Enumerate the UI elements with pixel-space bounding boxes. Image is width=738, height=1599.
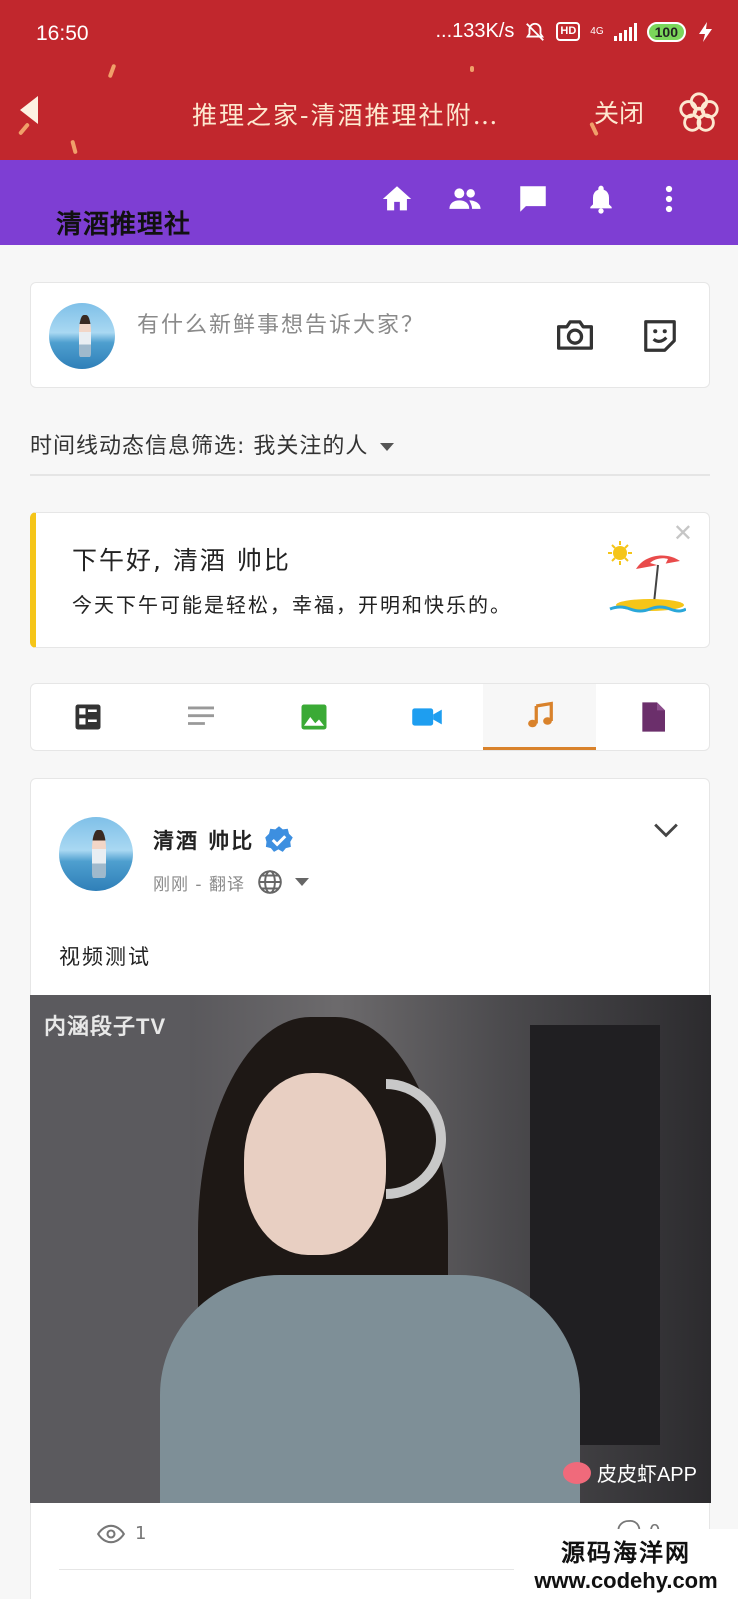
post-composer: 有什么新鲜事想告诉大家？ <box>30 282 710 388</box>
author-avatar[interactable] <box>59 817 133 891</box>
title-row: 推理之家-清酒推理社附… 关闭 <box>0 80 738 150</box>
sticker-icon[interactable] <box>641 317 679 355</box>
tab-image[interactable] <box>257 684 370 750</box>
post-time-translate[interactable]: 刚刚 - 翻译 <box>153 870 245 895</box>
app-top-bar: 16:50 ...133K/s HD 4G 100 推理之家-清酒推理社附… 关… <box>0 0 738 160</box>
chevron-down-icon[interactable] <box>653 821 679 839</box>
privacy-caret-icon[interactable] <box>294 878 309 886</box>
post-views: 1 <box>97 1523 146 1544</box>
globe-icon[interactable] <box>257 869 283 895</box>
site-watermark-title: 源码海洋网 <box>561 1540 691 1567</box>
verified-badge-icon <box>265 826 294 852</box>
timeline-filter[interactable]: 时间线动态信息筛选: 我关注的人 <box>30 428 710 476</box>
post-author[interactable]: 清酒 帅比 <box>153 825 294 855</box>
post-text: 视频测试 <box>59 945 151 969</box>
mute-bell-icon <box>526 22 545 41</box>
back-icon[interactable] <box>20 96 38 124</box>
camera-icon[interactable] <box>555 317 595 353</box>
post-meta: 刚刚 - 翻译 <box>153 869 309 895</box>
charging-icon <box>699 21 712 42</box>
timeline-filter-label: 时间线动态信息筛选: 我关注的人 <box>30 434 369 459</box>
beach-umbrella-icon <box>608 541 686 613</box>
chat-icon[interactable] <box>516 182 550 216</box>
site-brand[interactable]: 清酒推理社 <box>56 204 191 241</box>
flower-menu-icon[interactable] <box>676 90 722 136</box>
video-watermark-bottom: 皮皮虾APP <box>562 1458 697 1487</box>
tab-dashboard[interactable] <box>31 684 144 750</box>
video-watermark-top: 内涵段子TV <box>44 1014 167 1039</box>
page-title: 推理之家-清酒推理社附… <box>192 101 500 130</box>
user-avatar[interactable] <box>49 303 115 369</box>
image-icon <box>301 704 326 730</box>
nav-bar: 清酒推理社 <box>0 160 738 245</box>
post-type-tabs <box>30 683 710 751</box>
network-type: 4G <box>590 26 604 37</box>
bell-icon[interactable] <box>584 182 618 216</box>
tab-text[interactable] <box>144 684 257 750</box>
document-icon <box>641 702 665 732</box>
close-button[interactable]: 关闭 <box>594 94 644 130</box>
music-note-icon <box>527 701 553 727</box>
tab-music[interactable] <box>483 684 596 750</box>
hd-badge: HD <box>556 22 581 41</box>
dashboard-icon <box>75 704 100 730</box>
status-time: 16:50 <box>36 22 89 45</box>
site-watermark-url: www.codehy.com <box>534 1568 718 1593</box>
composer-input[interactable]: 有什么新鲜事想告诉大家？ <box>137 307 425 339</box>
eye-icon <box>97 1524 125 1543</box>
confetti-decoration <box>470 66 474 72</box>
greeting-title: 下午好, 清酒 帅比 <box>72 546 291 575</box>
net-speed: ...133K/s <box>435 20 515 42</box>
dropdown-caret-icon <box>380 443 395 451</box>
timeline-post: 清酒 帅比 刚刚 - 翻译 视频测试 内涵段子TV 皮皮虾APP 1 0 <box>30 778 711 1599</box>
battery-indicator: 100 <box>646 21 686 42</box>
more-vertical-icon[interactable] <box>652 182 686 216</box>
greeting-card: 下午好, 清酒 帅比 今天下午可能是轻松，幸福，开明和快乐的。 ✕ <box>30 512 710 648</box>
tab-document[interactable] <box>596 684 709 750</box>
site-watermark: 源码海洋网 www.codehy.com <box>514 1529 738 1599</box>
author-name: 清酒 帅比 <box>153 829 255 853</box>
greeting-text: 今天下午可能是轻松，幸福，开明和快乐的。 <box>72 593 512 617</box>
text-lines-icon <box>187 706 214 725</box>
status-right: ...133K/s HD 4G 100 <box>435 20 716 43</box>
status-bar: 16:50 ...133K/s HD 4G 100 <box>0 0 738 70</box>
tab-video[interactable] <box>370 684 483 750</box>
people-icon[interactable] <box>448 182 482 216</box>
views-count: 1 <box>135 1523 147 1544</box>
nav-icons <box>380 182 686 216</box>
home-icon[interactable] <box>380 182 414 216</box>
video-camera-icon <box>411 708 442 726</box>
post-video[interactable]: 内涵段子TV 皮皮虾APP <box>30 995 711 1503</box>
signal-icon <box>613 22 637 41</box>
